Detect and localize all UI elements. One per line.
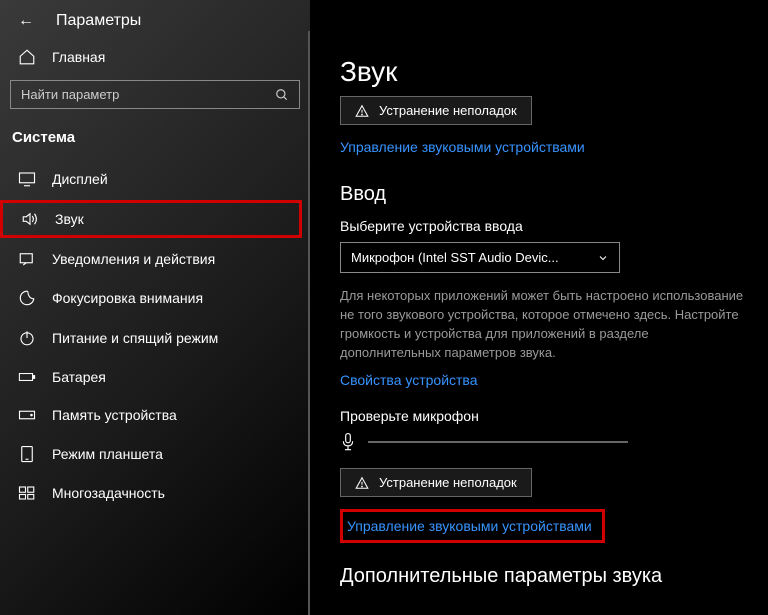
sidebar-item-battery[interactable]: Батарея	[0, 358, 310, 396]
sidebar-home[interactable]: Главная	[0, 38, 310, 80]
notifications-icon	[18, 251, 36, 267]
power-icon	[18, 329, 36, 347]
back-icon[interactable]: ←	[18, 12, 34, 30]
home-label: Главная	[52, 49, 105, 65]
input-device-select[interactable]: Микрофон (Intel SST Audio Devic...	[340, 242, 620, 273]
button-label: Устранение неполадок	[379, 103, 517, 118]
sidebar-item-sound[interactable]: Звук	[0, 200, 302, 238]
warning-icon	[355, 476, 369, 490]
sidebar-item-power[interactable]: Питание и спящий режим	[0, 318, 310, 358]
search-box[interactable]	[10, 80, 300, 109]
section-header: Система	[0, 123, 310, 160]
sidebar-label: Батарея	[52, 369, 106, 385]
mic-icon	[340, 432, 356, 452]
sidebar-label: Звук	[55, 211, 84, 227]
sidebar-item-tablet[interactable]: Режим планшета	[0, 434, 310, 474]
input-heading: Ввод	[340, 183, 746, 206]
test-mic-label: Проверьте микрофон	[340, 408, 746, 424]
sidebar-item-notifications[interactable]: Уведомления и действия	[0, 240, 310, 278]
sidebar-label: Уведомления и действия	[52, 251, 215, 267]
page-title: Звук	[340, 56, 746, 88]
battery-icon	[18, 370, 36, 384]
input-description: Для некоторых приложений может быть наст…	[340, 287, 746, 362]
extra-heading: Дополнительные параметры звука	[340, 565, 746, 588]
troubleshoot-button-2[interactable]: Устранение неполадок	[340, 468, 532, 497]
button-label: Устранение неполадок	[379, 475, 517, 490]
select-value: Микрофон (Intel SST Audio Devic...	[351, 250, 559, 265]
sidebar-label: Питание и спящий режим	[52, 330, 218, 346]
sidebar-label: Многозадачность	[52, 485, 165, 501]
sidebar-label: Фокусировка внимания	[52, 290, 203, 306]
device-properties-link[interactable]: Свойства устройства	[340, 372, 746, 388]
sidebar-label: Память устройства	[52, 407, 177, 423]
warning-icon	[355, 104, 369, 118]
sidebar-item-multitask[interactable]: Многозадачность	[0, 474, 310, 512]
search-icon	[275, 88, 289, 102]
mic-level-bar	[368, 441, 628, 443]
manage-devices-link[interactable]: Управление звуковыми устройствами	[340, 139, 746, 155]
manage-devices-link-2[interactable]: Управление звуковыми устройствами	[340, 509, 605, 543]
input-label: Выберите устройства ввода	[340, 218, 746, 234]
troubleshoot-button[interactable]: Устранение неполадок	[340, 96, 532, 125]
home-icon	[18, 48, 36, 66]
display-icon	[18, 171, 36, 187]
sound-icon	[21, 211, 39, 227]
storage-icon	[18, 408, 36, 422]
search-input[interactable]	[21, 87, 275, 102]
sidebar-item-focus[interactable]: Фокусировка внимания	[0, 278, 310, 318]
sidebar-label: Дисплей	[52, 171, 108, 187]
chevron-down-icon	[597, 252, 609, 264]
focus-icon	[18, 289, 36, 307]
window-title: Параметры	[56, 12, 141, 30]
sidebar-item-storage[interactable]: Память устройства	[0, 396, 310, 434]
sidebar-label: Режим планшета	[52, 446, 163, 462]
sidebar-item-display[interactable]: Дисплей	[0, 160, 310, 198]
multitask-icon	[18, 485, 36, 501]
tablet-icon	[18, 445, 36, 463]
